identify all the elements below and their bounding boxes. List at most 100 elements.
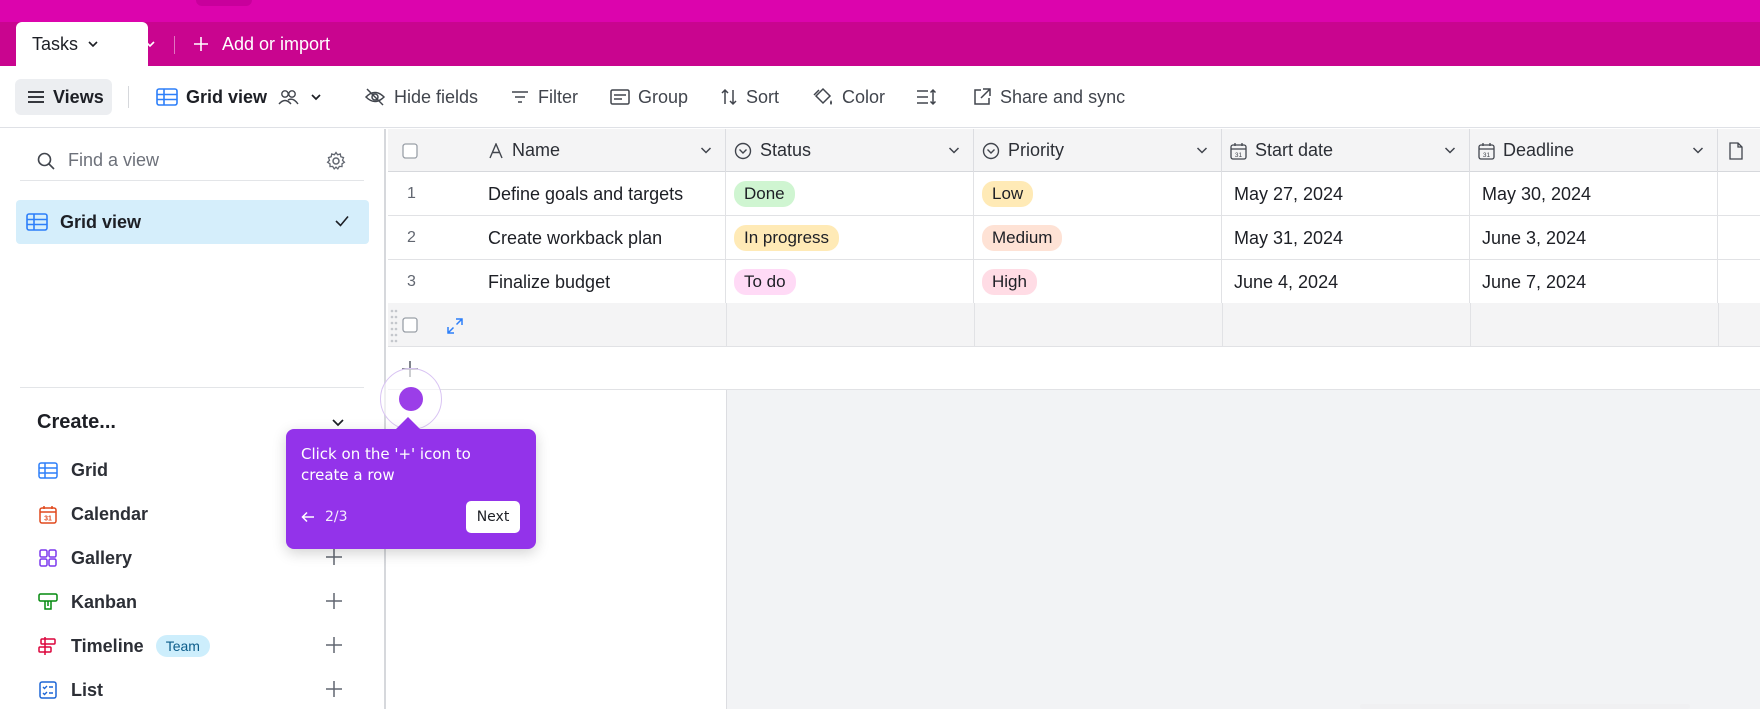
chevron-down-icon[interactable] — [947, 143, 961, 157]
create-timeline-label: Timeline — [71, 635, 144, 656]
select-all-checkbox[interactable] — [402, 142, 418, 159]
gear-icon[interactable] — [326, 151, 346, 171]
tab-tasks-label: Tasks — [32, 33, 79, 54]
plus-icon[interactable] — [324, 591, 344, 611]
tour-next-button[interactable]: Next — [466, 501, 520, 533]
chevron-down-icon[interactable] — [699, 143, 713, 157]
view-toolbar: Views Grid view Hide fields Filter Group… — [0, 66, 1760, 128]
add-or-import-label: Add or import — [222, 33, 331, 54]
column-header-status[interactable]: Status — [726, 129, 974, 172]
column-header-deadline[interactable]: 31 Deadline — [1470, 129, 1718, 172]
cell-deadline[interactable]: May 30, 2024 — [1470, 172, 1718, 216]
paint-bucket-icon — [813, 87, 832, 105]
color-label: Color — [842, 86, 886, 107]
chevron-down-icon[interactable] — [1691, 143, 1705, 157]
cell-name[interactable]: Define goals and targets — [468, 172, 726, 216]
group-icon — [610, 89, 630, 105]
table-row[interactable]: 3 Finalize budget To do High June 4, 202… — [388, 260, 1760, 304]
cell-name[interactable]: Create workback plan — [468, 216, 726, 260]
expand-record-icon[interactable] — [446, 317, 464, 335]
cell-name[interactable]: Finalize budget — [468, 260, 726, 304]
cell-divider — [974, 303, 975, 347]
kanban-icon — [38, 593, 58, 610]
app-bar-indicator — [196, 0, 252, 6]
cell-status[interactable]: To do — [726, 260, 974, 304]
grid-icon — [38, 461, 58, 479]
plus-icon[interactable] — [324, 635, 344, 655]
chevron-down-icon[interactable] — [330, 414, 346, 430]
cell-deadline[interactable]: June 7, 2024 — [1470, 260, 1718, 304]
text-field-icon — [489, 142, 503, 158]
row-number: 2 — [407, 229, 416, 246]
sidebar-view-grid-view[interactable]: Grid view — [16, 200, 369, 244]
filter-button[interactable]: Filter — [510, 79, 578, 115]
share-and-sync-button[interactable]: Share and sync — [972, 79, 1125, 115]
row-height-icon — [917, 88, 937, 106]
table-row[interactable]: 1 Define goals and targets Done Low May … — [388, 172, 1760, 216]
row-number: 1 — [407, 185, 416, 202]
drag-handle-icon[interactable] — [390, 307, 398, 343]
chevron-down-icon[interactable] — [1443, 143, 1457, 157]
current-view-label: Grid view — [186, 86, 268, 107]
cell-divider — [1718, 303, 1719, 347]
column-header-name[interactable]: Name — [468, 129, 726, 172]
column-header-priority-label: Priority — [1008, 140, 1065, 160]
tour-beacon[interactable] — [399, 387, 423, 411]
column-header-attachment[interactable] — [1718, 129, 1760, 172]
tour-step-counter: 2/3 — [325, 509, 348, 525]
chevron-down-icon[interactable] — [1195, 143, 1209, 157]
column-header-priority[interactable]: Priority — [974, 129, 1222, 172]
current-view-button[interactable]: Grid view — [156, 79, 331, 115]
grid-header-row: Name Status Priority 31 Start date 31 De… — [388, 129, 1760, 172]
gallery-icon — [39, 549, 57, 567]
check-icon — [335, 215, 349, 227]
plus-icon[interactable] — [324, 679, 344, 699]
create-calendar-label: Calendar — [71, 503, 149, 524]
cell-status[interactable]: Done — [726, 172, 974, 216]
tab-tasks[interactable]: Tasks — [16, 22, 148, 66]
row-checkbox[interactable] — [402, 317, 418, 333]
create-list-item[interactable]: List — [37, 668, 357, 709]
calendar-icon: 31 — [1478, 142, 1495, 160]
svg-text:31: 31 — [44, 515, 52, 522]
tour-back-button[interactable]: 2/3 — [301, 509, 348, 525]
find-view-input[interactable] — [68, 150, 298, 171]
views-button[interactable]: Views — [15, 79, 112, 115]
hide-fields-button[interactable]: Hide fields — [364, 79, 478, 115]
search-icon — [37, 152, 55, 170]
cell-priority[interactable]: Medium — [974, 216, 1222, 260]
priority-badge: Low — [982, 181, 1034, 207]
group-label: Group — [638, 86, 689, 107]
external-link-icon — [974, 88, 991, 105]
svg-text:31: 31 — [1235, 152, 1243, 159]
row-height-button[interactable] — [916, 79, 946, 115]
document-icon — [1729, 141, 1743, 160]
column-header-start-date[interactable]: 31 Start date — [1222, 129, 1470, 172]
cell-priority[interactable]: High — [974, 260, 1222, 304]
create-section-heading[interactable]: Create... — [37, 411, 116, 434]
create-kanban-item[interactable]: Kanban — [37, 580, 357, 624]
more-tables-button[interactable] — [132, 22, 168, 66]
create-timeline-item[interactable]: Timeline Team — [37, 624, 357, 668]
cell-deadline[interactable]: June 3, 2024 — [1470, 216, 1718, 260]
sort-button[interactable]: Sort — [720, 79, 779, 115]
table-row[interactable]: 2 Create workback plan In progress Mediu… — [388, 216, 1760, 260]
color-button[interactable]: Color — [812, 79, 885, 115]
cell-start-date[interactable]: May 27, 2024 — [1222, 172, 1470, 216]
cell-status[interactable]: In progress — [726, 216, 974, 260]
plus-icon[interactable] — [324, 547, 344, 567]
find-view-search — [20, 141, 364, 181]
cell-start-date[interactable]: May 31, 2024 — [1222, 216, 1470, 260]
add-or-import-button[interactable]: Add or import — [192, 22, 330, 66]
create-kanban-label: Kanban — [71, 591, 138, 612]
new-empty-row[interactable] — [388, 303, 1760, 347]
cell-divider — [1470, 303, 1471, 347]
list-icon — [39, 681, 57, 699]
grid-icon — [156, 88, 178, 106]
cell-priority[interactable]: Low — [974, 172, 1222, 216]
column-header-start-date-label: Start date — [1255, 140, 1334, 160]
table-tab-bar: Tasks Add or import — [0, 22, 1760, 66]
cell-start-date[interactable]: June 4, 2024 — [1222, 260, 1470, 304]
eye-slash-icon — [364, 88, 386, 106]
group-button[interactable]: Group — [610, 79, 688, 115]
